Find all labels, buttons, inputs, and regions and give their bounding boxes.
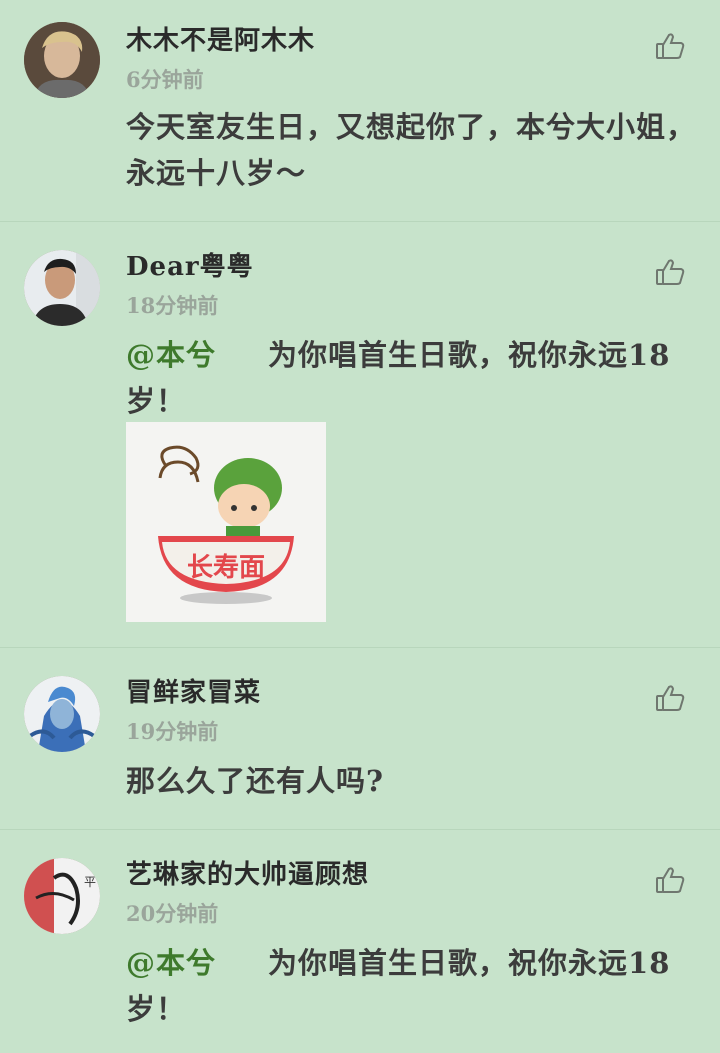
comment-text: @本兮 为你唱首生日歌，祝你永远18岁！ [126,332,698,424]
svg-text:平: 平 [84,875,96,889]
thumbs-up-icon[interactable] [654,682,686,714]
username[interactable]: 木木不是阿木木 [126,20,315,57]
avatar[interactable]: 平 [24,858,100,934]
username[interactable]: 艺琳家的大帅逼顾想 [126,854,369,891]
timestamp: 18分钟前 [126,293,219,318]
username[interactable]: 冒鲜家冒菜 [126,672,261,709]
avatar[interactable] [24,22,100,98]
sticker-label: 长寿面 [187,553,265,583]
comment-body: 那么久了还有人吗? [126,764,384,798]
sticker-image[interactable]: 长寿面 [126,422,326,622]
avatar[interactable] [24,250,100,326]
avatar[interactable] [24,676,100,752]
mention-link[interactable]: @本兮 [126,338,216,372]
comment-text: 今天室友生日，又想起你了，本兮大小姐，永远十八岁～ [126,104,698,196]
thumbs-up-icon[interactable] [654,864,686,896]
timestamp: 20分钟前 [126,901,219,926]
comment-text: 那么久了还有人吗? [126,758,698,804]
comment-text: @本兮 为你唱首生日歌，祝你永远18岁！ [126,940,698,1032]
comment-item: Dear粤粤 Dear粤粤 18分钟前 @本兮为你唱首生日歌，祝你永远18岁！ … [0,222,720,648]
comment-item: 冒鲜家冒菜 19分钟前 那么久了还有人吗? [0,648,720,830]
thumbs-up-icon[interactable] [654,30,686,62]
mention-link[interactable]: @本兮 [126,946,216,980]
timestamp: 6分钟前 [126,67,204,92]
thumbs-up-icon[interactable] [654,256,686,288]
comment-item: 木木不是阿木木 6分钟前 今天室友生日，又想起你了，本兮大小姐，永远十八岁～ [0,0,720,222]
timestamp: 19分钟前 [126,719,219,744]
username[interactable]: Dear粤粤 [126,246,254,283]
comment-item: 平 艺琳家的大帅逼顾想 20分钟前 @本兮 为你唱首生日歌，祝你永远18岁！ [0,830,720,1053]
comment-body: 今天室友生日，又想起你了，本兮大小姐，永远十八岁～ [126,110,697,190]
